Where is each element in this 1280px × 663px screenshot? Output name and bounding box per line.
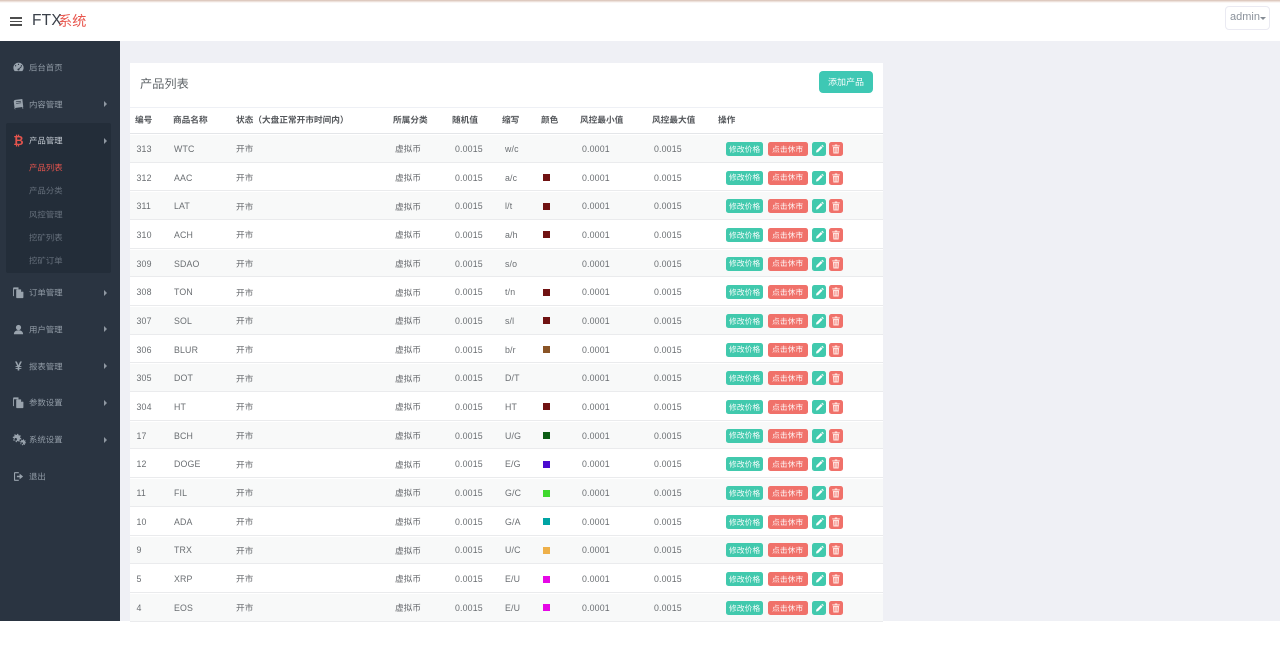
svg-text:₿: ₿ [13, 134, 23, 148]
svg-text:¥: ¥ [15, 359, 22, 373]
